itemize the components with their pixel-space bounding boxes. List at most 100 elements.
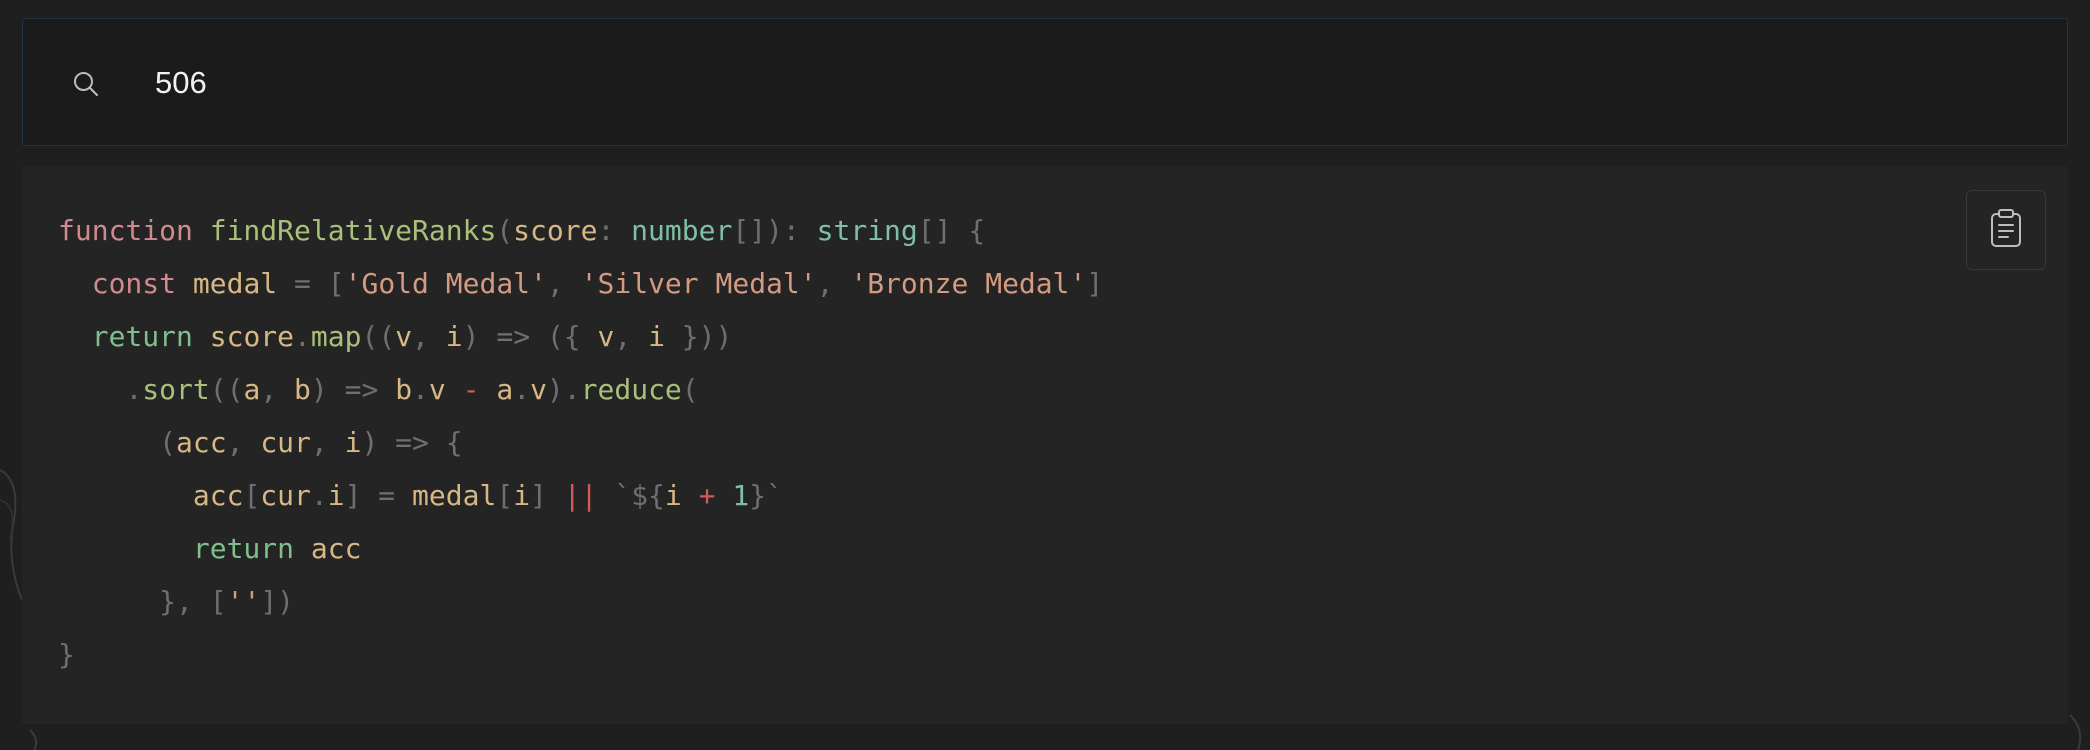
code-token: , [310,426,345,459]
code-token: b [294,373,311,406]
code-token: i [344,426,362,459]
code-block: function findRelativeRanks(score: number… [22,166,2068,724]
code-token: `${ [614,479,665,512]
code-token: . [125,373,143,406]
code-token: [] { [917,214,986,247]
code-token: score [209,320,295,353]
code-token: a [496,373,514,406]
code-token: + [698,479,716,512]
code-token: , [546,267,581,300]
code-token: '' [226,585,261,618]
code-token: string [816,214,918,247]
code-token: function [58,214,193,247]
code-token: ( [159,426,177,459]
code-token: : [597,214,632,247]
code-token: ( [496,214,514,247]
code-token: ]) [260,585,295,618]
code-token: const [91,267,177,300]
code-token: v [395,320,413,353]
code-token: . [294,320,311,353]
code-line: return acc [58,532,362,565]
code-line: acc[cur.i] = medal[i] || `${i + 1}` [58,479,783,512]
code-token: || [563,479,598,512]
code-line: function findRelativeRanks(score: number… [58,214,985,247]
code-token: 'Bronze Medal' [850,267,1087,300]
code-token: acc [192,479,244,512]
code-token: , [614,320,649,353]
code-token: v [530,373,547,406]
code-token: [ [496,479,514,512]
code-token: medal [412,479,497,512]
code-token: ) => ({ [462,320,598,353]
search-icon [71,69,101,99]
code-token: i [445,320,463,353]
code-token: v [428,373,446,406]
code-token: ( [681,373,699,406]
code-token: i [648,320,665,353]
code-token: cur [260,426,311,459]
code-token: = [ [294,267,345,300]
code-line: } [58,638,75,671]
search-bar [22,18,2068,146]
code-token: 'Silver Medal' [580,267,817,300]
code-token: ) => [310,373,396,406]
code-line: (acc, cur, i) => { [58,426,463,459]
code-line: const medal = ['Gold Medal', 'Silver Med… [58,267,1104,300]
code-lines: function findRelativeRanks(score: number… [58,214,1103,671]
code-token: return [192,532,295,565]
search-input[interactable] [133,53,2033,113]
clipboard-icon [1988,208,2024,253]
code-token: , [412,320,446,353]
code-token: 1 [732,479,750,512]
code-token: ] [530,479,564,512]
copy-code-button[interactable] [1966,190,2046,270]
code-token: 'Gold Medal' [344,267,547,300]
code-token: score [513,214,598,247]
code-token: ) => { [361,426,463,459]
code-token: (( [209,373,244,406]
code-token: }` [749,479,783,512]
code-token: ). [546,373,581,406]
code-token: a [243,373,261,406]
code-token: ] [1086,267,1104,300]
code-token: })) [664,320,733,353]
code-token: i [664,479,682,512]
code-token: return [91,320,193,353]
code-token: acc [310,532,362,565]
code-token: } [58,638,75,671]
code-token: (( [361,320,396,353]
code-token: . [310,479,328,512]
code-token: b [395,373,413,406]
code-token: acc [176,426,227,459]
code-token: reduce [580,373,682,406]
code-line: return score.map((v, i) => ({ v, i })) [58,320,733,353]
code-token: medal [192,267,278,300]
code-line: }, ['']) [58,585,294,618]
code-token: v [597,320,615,353]
code-token: []): [732,214,817,247]
code-token: number [631,214,733,247]
code-line: .sort((a, b) => b.v - a.v).reduce( [58,373,699,406]
code-token: }, [ [159,585,227,618]
code-token: , [226,426,261,459]
code-token: ] = [344,479,413,512]
code-token: i [327,479,345,512]
code-token: - [462,373,480,406]
code-content: function findRelativeRanks(score: number… [58,204,1103,681]
code-token: map [310,320,362,353]
code-token: , [816,267,851,300]
